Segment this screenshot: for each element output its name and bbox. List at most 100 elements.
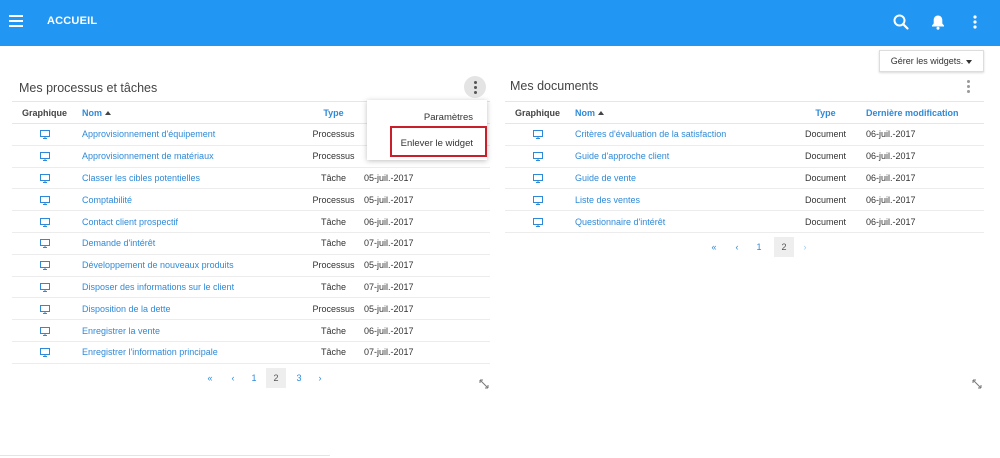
monitor-icon [12,210,77,233]
row-name-link[interactable]: Approvisionnement de matériaux [77,145,303,168]
monitor-icon [505,123,570,146]
table-row[interactable]: Demande d'intérêt Tâche 07-juil.-2017 [12,232,490,255]
first-page-button[interactable]: « [704,237,724,257]
row-date: 07-juil.-2017 [364,232,490,255]
row-date: 05-juil.-2017 [364,167,490,190]
row-name-link[interactable]: Guide d'approche client [570,145,785,168]
search-icon[interactable] [892,13,910,31]
col-type[interactable]: Type [303,101,364,124]
table-row[interactable]: Guide d'approche client Document 06-juil.-… [505,145,984,168]
col-name[interactable]: Nom [570,101,785,124]
row-name-link[interactable]: Critères d'évaluation de la satisfaction [570,123,785,146]
col-graphic: Graphique [12,101,77,124]
row-date: 06-juil.-2017 [866,210,984,233]
bell-icon[interactable] [929,13,947,31]
page-2-button[interactable]: 2 [774,237,794,257]
table-row[interactable]: Contact client prospectif Tâche 06-juil.-2… [12,210,490,233]
row-name-link[interactable]: Comptabilité [77,188,303,212]
row-date: 05-juil.-2017 [364,297,490,321]
table-row[interactable]: Questionnaire d'intérêt Document 06-juil.-… [505,210,984,233]
row-type: Document [785,145,866,168]
row-name-link[interactable]: Approvisionnement d'équipement [77,123,303,146]
monitor-icon [505,167,570,190]
table-row[interactable]: Enregistrer la vente Tâche 06-juil.-2017 [12,319,490,342]
caret-down-icon [966,59,973,64]
row-date: 06-juil.-2017 [364,210,490,233]
documents-widget-title: Mes documents [510,79,599,93]
row-name-link[interactable]: Enregistrer l'information principale [77,341,303,364]
table-row[interactable]: Critères d'évaluation de la satisfaction… [505,123,984,146]
table-row[interactable]: Disposer des informations sur le client T… [12,276,490,299]
row-type: Tâche [303,210,364,233]
process-widget-title: Mes processus et tâches [19,81,158,95]
row-name-link[interactable]: Enregistrer la vente [77,319,303,342]
monitor-icon [12,188,77,212]
row-type: Processus [303,188,364,212]
app-bar: ACCUEIL [0,0,1000,46]
row-type: Processus [303,254,364,277]
divider [0,455,330,456]
row-date: 05-juil.-2017 [364,254,490,277]
row-name-link[interactable]: Classer les cibles potentielles [77,167,303,190]
row-name-link[interactable]: Demande d'intérêt [77,232,303,255]
row-type: Tâche [303,319,364,342]
table-row[interactable]: Guide de vente Document 06-juil.-2017 [505,167,984,190]
row-type: Processus [303,145,364,168]
row-type: Document [785,210,866,233]
row-type: Document [785,167,866,190]
page-title: ACCUEIL [47,15,98,27]
documents-widget-menu-icon[interactable] [957,75,979,97]
table-row[interactable]: Classer les cibles potentielles Tâche 05-j… [12,167,490,190]
sort-asc-icon [105,111,111,116]
row-name-link[interactable]: Guide de vente [570,167,785,190]
row-name-link[interactable]: Questionnaire d'intérêt [570,210,785,233]
row-name-link[interactable]: Développement de nouveaux produits [77,254,303,277]
menu-icon[interactable] [9,15,23,27]
row-name-link[interactable]: Liste des ventes [570,188,785,212]
next-page-button[interactable]: › [795,237,815,257]
table-row[interactable]: Liste des ventes Document 06-juil.-2017 [505,188,984,212]
col-type[interactable]: Type [785,101,866,124]
manage-widgets-button[interactable]: Gérer les widgets. [879,50,984,72]
row-type: Tâche [303,276,364,299]
row-name-link[interactable]: Contact client prospectif [77,210,303,233]
resize-icon[interactable] [972,379,982,389]
table-row[interactable]: Comptabilité Processus 05-juil.-2017 [12,188,490,212]
documents-pagination: « ‹ 1 2 › [704,237,814,257]
page-1-button[interactable]: 1 [749,237,769,257]
monitor-icon [12,297,77,321]
more-vert-icon[interactable] [966,13,984,31]
prev-page-button[interactable]: ‹ [223,368,243,388]
col-graphic: Graphique [505,101,570,124]
monitor-icon [505,145,570,168]
monitor-icon [12,167,77,190]
first-page-button[interactable]: « [200,368,220,388]
table-row[interactable]: Développement de nouveaux produits Proces… [12,254,490,277]
monitor-icon [12,276,77,299]
page-1-button[interactable]: 1 [244,368,264,388]
col-modified[interactable]: Dernière modification [866,101,984,124]
monitor-icon [12,341,77,364]
monitor-icon [505,188,570,212]
row-name-link[interactable]: Disposition de la dette [77,297,303,321]
row-type: Tâche [303,167,364,190]
page-3-button[interactable]: 3 [289,368,309,388]
page-2-button[interactable]: 2 [266,368,286,388]
prev-page-button[interactable]: ‹ [727,237,747,257]
row-name-link[interactable]: Disposer des informations sur le client [77,276,303,299]
table-row[interactable]: Enregistrer l'information principale Tâch… [12,341,490,364]
monitor-icon [12,319,77,342]
row-type: Processus [303,297,364,321]
menu-item-settings[interactable]: Paramètres [424,112,473,123]
process-widget-menu-icon[interactable] [464,76,486,98]
table-row[interactable]: Disposition de la dette Processus 05-juil.… [12,297,490,321]
col-name[interactable]: Nom [77,101,303,124]
monitor-icon [12,145,77,168]
monitor-icon [505,210,570,233]
row-date: 05-juil.-2017 [364,188,490,212]
monitor-icon [12,254,77,277]
next-page-button[interactable]: › [310,368,330,388]
row-type: Tâche [303,232,364,255]
row-date: 07-juil.-2017 [364,341,490,364]
resize-icon[interactable] [479,379,489,389]
